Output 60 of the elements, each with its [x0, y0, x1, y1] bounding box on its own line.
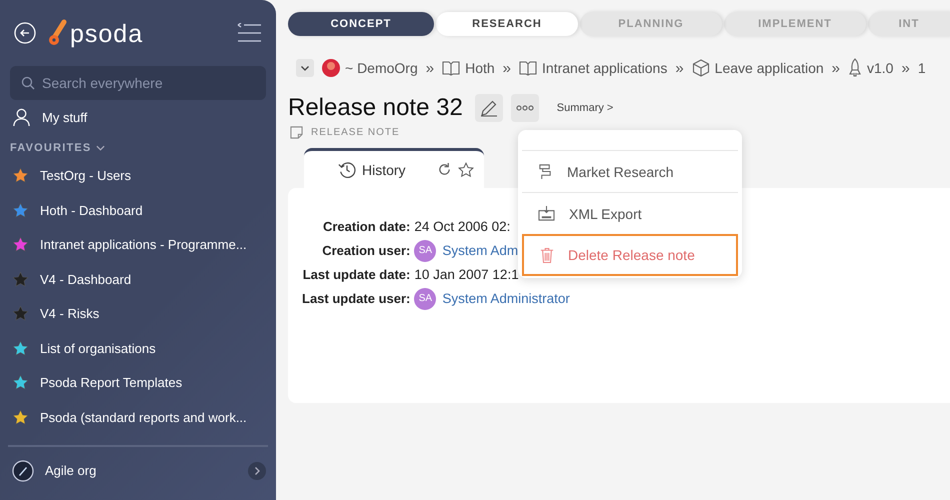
field-label: Last update user:: [302, 290, 410, 308]
breadcrumb-separator: »: [502, 60, 512, 76]
user-avatar: SA: [414, 240, 436, 262]
edit-button[interactable]: [474, 94, 503, 122]
field-label: Creation date:: [322, 218, 410, 236]
type-label: RELEASE NOTE: [311, 127, 400, 138]
star-icon[interactable]: [458, 162, 474, 178]
favourite-link[interactable]: Intranet applications - Programme...: [10, 228, 266, 262]
refresh-icon[interactable]: [437, 162, 452, 177]
search-field[interactable]: Search everywhere: [10, 66, 266, 100]
breadcrumb-link[interactable]: Hoth: [465, 60, 495, 76]
favourite-link[interactable]: V4 - Dashboard: [10, 262, 266, 296]
user-link[interactable]: System Adm: [442, 240, 518, 262]
history-icon: [338, 160, 356, 178]
breadcrumb-separator: »: [832, 60, 840, 76]
phase-step[interactable]: RESEARCH: [436, 12, 578, 36]
favourite-link[interactable]: V4 - Risks: [10, 296, 266, 331]
logo-text: psoda: [70, 22, 144, 47]
breadcrumb-link[interactable]: ~ DemoOrg: [345, 60, 418, 76]
note-icon: [290, 126, 303, 139]
flow-icon: [538, 163, 553, 180]
favourite-link[interactable]: TestOrg - Users: [10, 158, 266, 193]
my-stuff-link[interactable]: My stuff: [10, 100, 266, 134]
favourite-link[interactable]: List of organisations: [10, 331, 266, 366]
menu-item[interactable]: Market Research: [522, 150, 738, 192]
back-icon[interactable]: [14, 22, 36, 44]
breadcrumb-separator: »: [426, 60, 434, 76]
pencil-icon: [480, 99, 498, 117]
breadcrumb-link[interactable]: v1.0: [867, 60, 894, 76]
menu-icon[interactable]: [236, 23, 262, 43]
page-title: Release note 32: [288, 94, 463, 122]
breadcrumb-link[interactable]: 1: [918, 60, 926, 76]
xml-export-icon: [538, 206, 555, 221]
section-heading: FAVOURITES: [10, 142, 92, 154]
breadcrumb-separator: »: [675, 60, 684, 76]
field-value: 10 Jan 2007 12:1: [414, 266, 520, 284]
phase-step[interactable]: CONCEPT: [288, 12, 434, 36]
user-avatar: SA: [414, 288, 436, 310]
trash-icon: [540, 246, 554, 264]
chevron-right-icon[interactable]: [248, 462, 266, 480]
chevron-down-icon[interactable]: [96, 144, 106, 150]
field-label: Last update date:: [302, 266, 410, 284]
breadcrumb-link[interactable]: Leave application: [714, 60, 824, 76]
user-link[interactable]: System Administrator: [442, 288, 570, 310]
favourite-link[interactable]: Psoda Report Templates: [10, 366, 266, 400]
more-icon: [516, 105, 534, 111]
favourite-link[interactable]: Psoda (standard reports and work...: [10, 400, 266, 434]
more-button[interactable]: [510, 94, 539, 122]
chevron-down-icon[interactable]: [296, 59, 314, 77]
breadcrumb-link[interactable]: Intranet applications: [542, 60, 668, 76]
favourite-link[interactable]: Hoth - Dashboard: [10, 193, 266, 228]
summary-link[interactable]: Summary >: [556, 102, 614, 114]
history-tab[interactable]: History: [304, 148, 484, 188]
breadcrumb-separator: »: [901, 60, 910, 76]
logo-icon: [48, 19, 68, 47]
user-icon: [12, 108, 31, 127]
field-label: Creation user:: [321, 242, 410, 260]
menu-item[interactable]: XML Export: [522, 192, 738, 234]
field-value: 24 Oct 2006 02:: [414, 218, 512, 236]
organisation-switcher[interactable]: Agile org: [10, 452, 266, 488]
